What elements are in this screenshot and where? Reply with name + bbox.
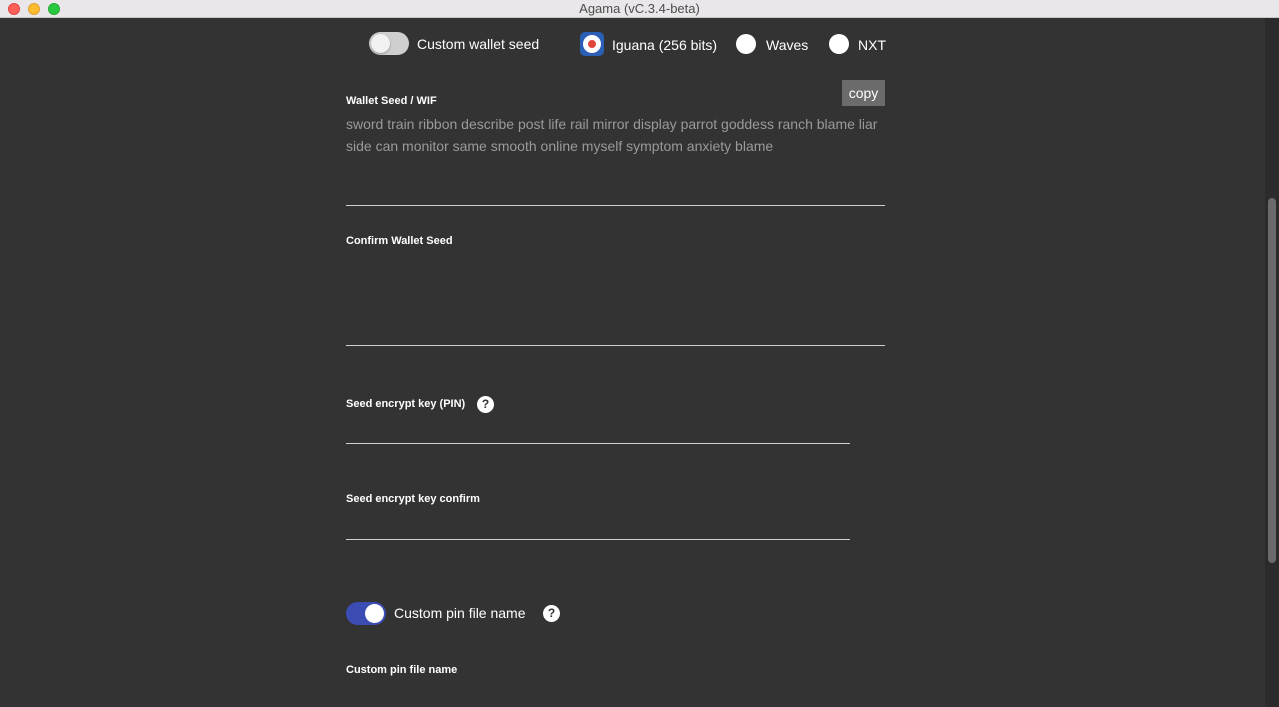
custom-pin-file-toggle[interactable] (346, 602, 386, 625)
radio-nxt[interactable] (829, 34, 849, 54)
wallet-seed-label: Wallet Seed / WIF (346, 95, 437, 107)
radio-iguana-label[interactable]: Iguana (256 bits) (612, 37, 717, 53)
pin-confirm-input[interactable] (346, 513, 850, 537)
pin-confirm-underline (346, 539, 850, 540)
pin-file-help-icon[interactable]: ? (543, 605, 560, 622)
toggle-knob (365, 604, 384, 623)
pin-confirm-label: Seed encrypt key confirm (346, 493, 480, 505)
radio-waves[interactable] (736, 34, 756, 54)
custom-wallet-seed-label: Custom wallet seed (417, 36, 540, 52)
custom-pin-file-toggle-label: Custom pin file name (394, 605, 526, 621)
pin-label: Seed encrypt key (PIN) (346, 398, 466, 410)
window-titlebar: Agama (vC.3.4-beta) (0, 0, 1279, 18)
pin-underline (346, 443, 850, 444)
radio-dot (588, 40, 596, 48)
scrollbar-thumb[interactable] (1268, 198, 1276, 563)
confirm-seed-textarea[interactable] (346, 255, 885, 343)
pin-help-icon[interactable]: ? (477, 396, 494, 413)
wallet-seed-textarea[interactable]: sword train ribbon describe post life ra… (346, 113, 886, 157)
wallet-seed-underline (346, 205, 885, 206)
toggle-knob (371, 34, 390, 53)
custom-wallet-seed-toggle[interactable] (369, 32, 409, 55)
custom-pin-file-field-label: Custom pin file name (346, 664, 458, 676)
confirm-seed-label: Confirm Wallet Seed (346, 235, 453, 247)
radio-waves-label[interactable]: Waves (766, 37, 808, 53)
copy-button[interactable]: copy (842, 80, 885, 106)
pin-input[interactable] (346, 418, 850, 442)
window-title: Agama (vC.3.4-beta) (579, 1, 700, 16)
radio-iguana[interactable] (580, 32, 604, 56)
radio-nxt-label[interactable]: NXT (858, 37, 886, 53)
confirm-seed-underline (346, 345, 885, 346)
